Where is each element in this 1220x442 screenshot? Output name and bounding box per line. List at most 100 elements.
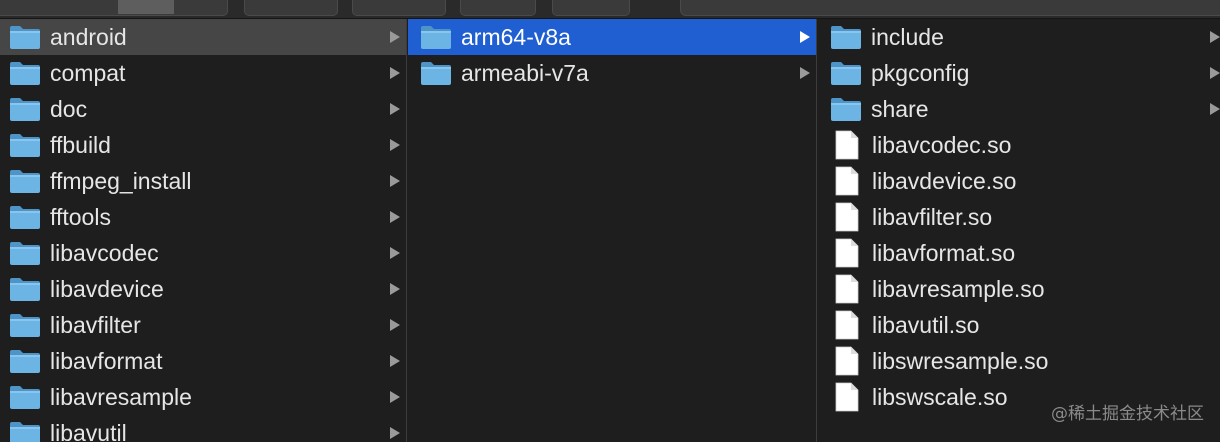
disclosure-arrow-icon [800,31,810,43]
folder-icon [9,24,41,50]
folder-item[interactable]: doc [0,91,406,127]
file-item[interactable]: libavdevice.so [818,163,1220,199]
disclosure-arrow-icon [1210,103,1220,115]
disclosure-arrow-icon [390,211,400,223]
folder-item[interactable]: android [0,19,406,55]
item-label: libavcodec [50,239,159,266]
document-icon [834,382,860,412]
document-icon [834,310,860,340]
item-label: share [871,95,929,122]
folder-item[interactable]: libavcodec [0,235,406,271]
folder-icon [420,24,452,50]
item-label: libswresample.so [872,347,1049,374]
folder-item[interactable]: libavresample [0,379,406,415]
folder-item[interactable]: libavfilter [0,307,406,343]
disclosure-arrow-icon [1210,67,1220,79]
share-button[interactable] [460,0,536,16]
item-label: libavresample.so [872,275,1045,302]
folder-item[interactable]: pkgconfig [818,55,1220,91]
item-label: arm64-v8a [461,23,571,50]
folder-icon [830,96,862,122]
disclosure-arrow-icon [390,391,400,403]
folder-icon [420,60,452,86]
folder-item[interactable]: share [818,91,1220,127]
item-label: libavcodec.so [872,131,1012,158]
folder-icon [9,132,41,158]
disclosure-arrow-icon [390,283,400,295]
file-item[interactable]: libavresample.so [818,271,1220,307]
document-icon [834,202,860,232]
folder-item[interactable]: arm64-v8a [408,19,816,55]
folder-icon [9,204,41,230]
item-label: armeabi-v7a [461,59,589,86]
disclosure-arrow-icon [800,67,810,79]
file-item[interactable]: libavcodec.so [818,127,1220,163]
column-arm64-v8a: include pkgconfig share libavcodec.so libavd… [818,19,1220,442]
item-label: include [871,23,944,50]
disclosure-arrow-icon [390,67,400,79]
view-mode-segmented-control[interactable] [0,0,228,16]
file-item[interactable]: libavutil.so [818,307,1220,343]
folder-icon [830,60,862,86]
file-item[interactable]: libavformat.so [818,235,1220,271]
watermark: @稀土掘金技术社区 [1051,404,1204,424]
file-item[interactable]: libswresample.so [818,343,1220,379]
column-browser: android compat doc ffbuild ffmpeg_installfft… [0,19,1220,442]
item-label: libavformat.so [872,239,1016,266]
item-label: doc [50,95,88,122]
item-label: android [50,23,127,50]
document-icon [834,274,860,304]
disclosure-arrow-icon [390,175,400,187]
folder-item[interactable]: include [818,19,1220,55]
item-label: libavfilter [50,311,141,338]
disclosure-arrow-icon [390,139,400,151]
folder-item[interactable]: fftools [0,199,406,235]
search-field[interactable] [680,0,1220,16]
folder-item[interactable]: ffmpeg_install [0,163,406,199]
document-icon [834,346,860,376]
folder-icon [9,240,41,266]
item-label: libavresample [50,383,192,410]
disclosure-arrow-icon [390,247,400,259]
folder-item[interactable]: libavformat [0,343,406,379]
folder-icon [9,348,41,374]
item-label: libavformat [50,347,163,374]
folder-item[interactable]: libavdevice [0,271,406,307]
disclosure-arrow-icon [390,427,400,439]
disclosure-arrow-icon [390,103,400,115]
folder-icon [9,276,41,302]
disclosure-arrow-icon [390,319,400,331]
group-button[interactable] [244,0,338,16]
disclosure-arrow-icon [390,355,400,367]
item-label: ffbuild [50,131,111,158]
disclosure-arrow-icon [390,31,400,43]
column-android: arm64-v8a armeabi-v7a [408,19,817,442]
folder-icon [9,420,41,442]
item-label: libavdevice [50,275,164,302]
item-label: ffmpeg_install [50,167,192,194]
disclosure-arrow-icon [1210,31,1220,43]
item-label: libavdevice.so [872,167,1017,194]
folder-item[interactable]: ffbuild [0,127,406,163]
action-button[interactable] [352,0,446,16]
folder-icon [9,312,41,338]
folder-icon [9,168,41,194]
toolbar [0,0,1220,19]
folder-item[interactable]: compat [0,55,406,91]
column-view-button[interactable] [118,0,174,14]
folder-item[interactable]: libavutil [0,415,406,442]
column-root: android compat doc ffbuild ffmpeg_installfft… [0,19,407,442]
item-label: libavfilter.so [872,203,993,230]
file-item[interactable]: libavfilter.so [818,199,1220,235]
item-label: libavutil.so [872,311,980,338]
folder-item[interactable]: armeabi-v7a [408,55,816,91]
tags-button[interactable] [552,0,630,16]
document-icon [834,166,860,196]
item-label: compat [50,59,126,86]
item-label: libavutil [50,419,127,442]
folder-icon [9,384,41,410]
folder-icon [830,24,862,50]
item-label: fftools [50,203,111,230]
document-icon [834,238,860,268]
folder-icon [9,60,41,86]
